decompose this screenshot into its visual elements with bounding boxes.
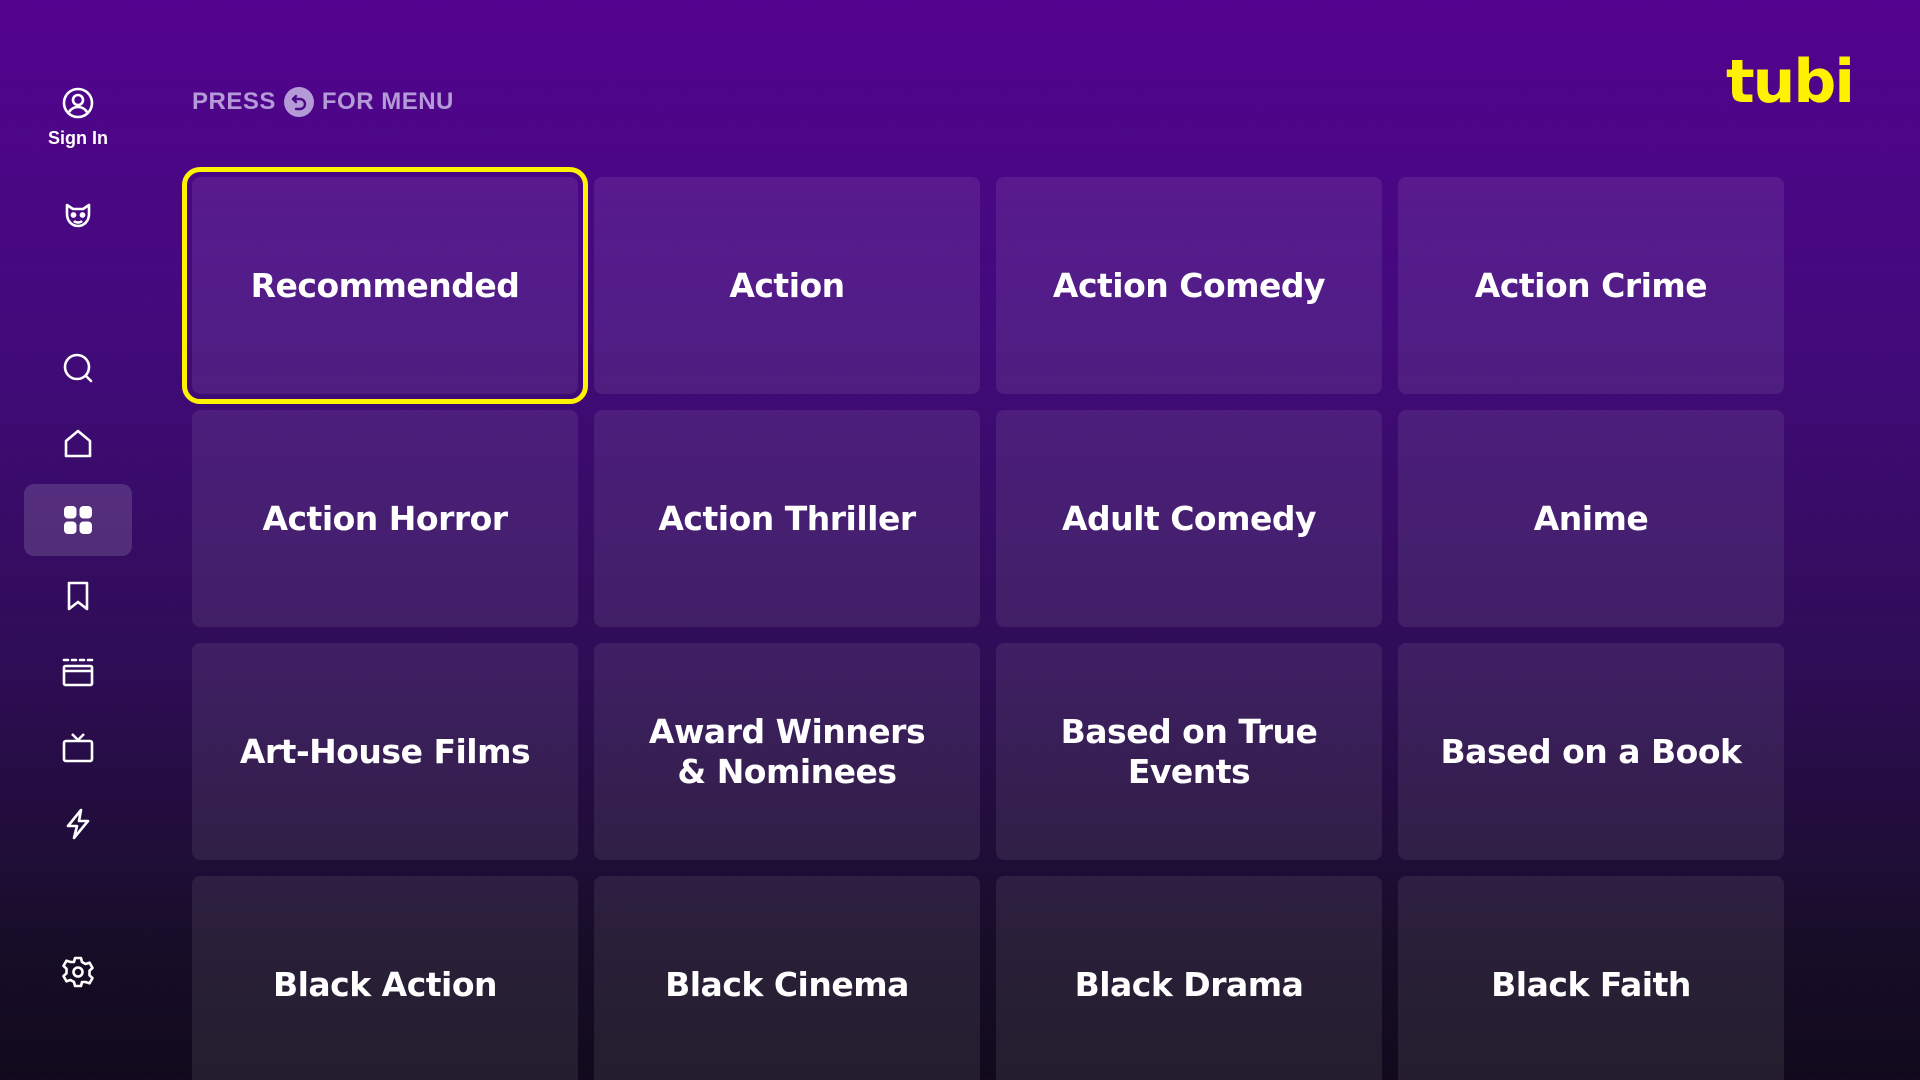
category-tile-award-winners-nominees[interactable]: Award Winners & Nominees	[594, 643, 980, 860]
category-tile-black-drama[interactable]: Black Drama	[996, 876, 1382, 1080]
sidebar-item-categories[interactable]	[24, 484, 132, 556]
tv-icon	[62, 733, 94, 763]
sidebar-item-settings[interactable]	[24, 936, 132, 1008]
back-button-icon	[283, 87, 314, 117]
category-tile-action-comedy[interactable]: Action Comedy	[996, 177, 1382, 394]
category-tile-action-horror[interactable]: Action Horror	[192, 410, 578, 627]
category-tile-based-on-a-book[interactable]: Based on a Book	[1398, 643, 1784, 860]
category-tile-art-house-films[interactable]: Art-House Films	[192, 643, 578, 860]
live-icon	[66, 808, 90, 840]
user-circle-icon	[62, 87, 94, 119]
category-tile-action-crime[interactable]: Action Crime	[1398, 177, 1784, 394]
sidebar-item-home[interactable]	[24, 408, 132, 480]
category-grid: Recommended Action Action Comedy Action …	[182, 167, 1784, 1080]
sign-in-button[interactable]: Sign In	[24, 86, 132, 166]
search-icon	[63, 353, 93, 383]
sidebar-item-my-list[interactable]	[24, 560, 132, 632]
kids-mode-button[interactable]	[24, 180, 132, 252]
home-icon	[64, 429, 92, 458]
tubi-logo: tubi	[1726, 47, 1855, 117]
category-tile-black-cinema[interactable]: Black Cinema	[594, 876, 980, 1080]
sidebar-item-tv-shows[interactable]	[24, 712, 132, 784]
sidebar-item-search[interactable]	[24, 332, 132, 404]
category-tile-anime[interactable]: Anime	[1398, 410, 1784, 627]
category-tile-based-on-true-events[interactable]: Based on True Events	[996, 643, 1382, 860]
settings-icon	[62, 956, 94, 988]
kids-mode-icon	[65, 203, 91, 228]
sidebar: Sign In	[0, 0, 156, 1080]
category-tile-recommended[interactable]: Recommended	[182, 167, 588, 404]
sidebar-item-movies[interactable]	[24, 636, 132, 708]
category-tile-action-thriller[interactable]: Action Thriller	[594, 410, 980, 627]
hint-suffix: FOR MENU	[321, 88, 454, 115]
sidebar-item-live[interactable]	[24, 788, 132, 860]
menu-hint: PRESS FOR MENU	[192, 86, 454, 118]
hint-prefix: PRESS	[192, 88, 276, 115]
category-tile-adult-comedy[interactable]: Adult Comedy	[996, 410, 1382, 627]
categories-icon	[64, 506, 92, 534]
sign-in-label: Sign In	[48, 128, 108, 148]
movies-icon	[62, 658, 94, 687]
category-tile-black-action[interactable]: Black Action	[192, 876, 578, 1080]
bookmark-icon	[67, 581, 89, 611]
category-tile-black-faith[interactable]: Black Faith	[1398, 876, 1784, 1080]
category-tile-action[interactable]: Action	[594, 177, 980, 394]
